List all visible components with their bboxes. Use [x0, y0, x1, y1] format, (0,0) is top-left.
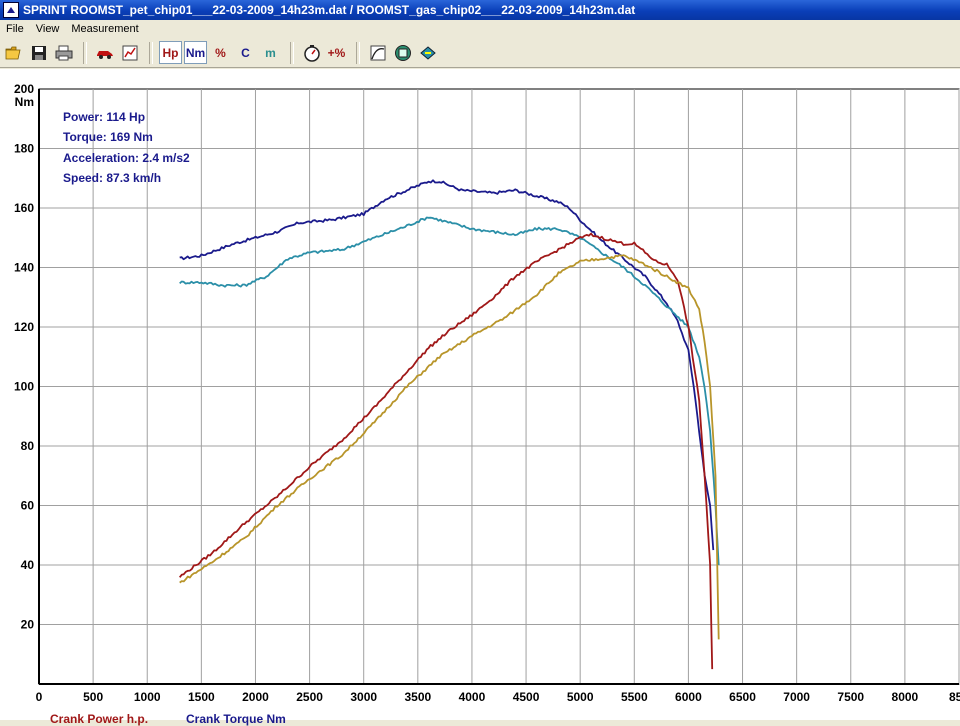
- x-tick-label: 0: [36, 690, 43, 704]
- dyno-icon: [394, 44, 411, 61]
- x-tick-label: 8000: [892, 690, 919, 704]
- toolbar-separator: [83, 41, 87, 64]
- x-tick-label: 500: [83, 690, 103, 704]
- menu-measurement[interactable]: Measurement: [65, 20, 144, 38]
- x-tick-label: 6000: [675, 690, 702, 704]
- gauge-button[interactable]: [300, 41, 323, 64]
- title-bar[interactable]: SPRINT ROOMST_pet_chip01___22-03-2009_14…: [0, 0, 960, 20]
- export-button[interactable]: [416, 41, 439, 64]
- y-unit-label: Nm: [15, 95, 34, 109]
- curve-chart-icon: [370, 45, 385, 60]
- m-button[interactable]: m: [259, 41, 282, 64]
- x-tick-label: 6500: [729, 690, 756, 704]
- x-tick-label: 4500: [513, 690, 540, 704]
- legend-crank-power: Crank Power h.p.: [50, 712, 149, 726]
- folder-icon: [5, 46, 20, 59]
- x-tick-label: 3500: [404, 690, 431, 704]
- percent-button[interactable]: %: [209, 41, 232, 64]
- x-tick-label: 5500: [621, 690, 648, 704]
- y-tick-label: 100: [14, 380, 34, 394]
- y-tick-label: 60: [21, 499, 35, 513]
- x-tick-label: 1500: [188, 690, 215, 704]
- car-icon: [96, 50, 113, 59]
- stopwatch-icon: [303, 44, 320, 62]
- y-tick-label: 20: [21, 618, 35, 632]
- x-tick-label: 1000: [134, 690, 161, 704]
- y-tick-label: 40: [21, 558, 35, 572]
- x-tick-label: 2000: [242, 690, 269, 704]
- diamond-arrow-icon: [419, 45, 436, 60]
- info-torque: Torque: 169 Nm: [63, 130, 153, 144]
- toolbar-separator: [356, 41, 360, 64]
- hp-toggle-button[interactable]: Hp: [159, 41, 182, 64]
- x-tick-label: 2500: [296, 690, 323, 704]
- open-folder-button[interactable]: [2, 41, 25, 64]
- x-tick-label: 5000: [567, 690, 594, 704]
- y-tick-label: 200: [14, 82, 34, 96]
- menu-view[interactable]: View: [30, 20, 66, 38]
- legend-crank-torque: Crank Torque Nm: [186, 712, 286, 726]
- graph-window-icon: [122, 45, 137, 60]
- toolbar: Hp Nm % C m +%: [0, 38, 960, 68]
- nm-toggle-button[interactable]: Nm: [184, 41, 207, 64]
- y-tick-label: 80: [21, 439, 35, 453]
- y-tick-label: 160: [14, 201, 34, 215]
- y-tick-label: 140: [14, 261, 34, 275]
- app-icon: [3, 2, 19, 18]
- dyno-chart: 0 500 1000 1500 2000 2500 3000 3500 4000 4500 5000…: [0, 69, 960, 726]
- menu-file[interactable]: File: [0, 20, 30, 38]
- x-tick-label: 850: [949, 690, 960, 704]
- floppy-disk-icon: [31, 45, 46, 60]
- info-power: Power: 114 Hp: [63, 110, 146, 124]
- window-title: SPRINT ROOMST_pet_chip01___22-03-2009_14…: [23, 3, 636, 17]
- save-button[interactable]: [27, 41, 50, 64]
- plus-percent-button[interactable]: +%: [325, 41, 348, 64]
- x-tick-label: 3000: [350, 690, 377, 704]
- curve-button[interactable]: [366, 41, 389, 64]
- y-tick-label: 180: [14, 142, 34, 156]
- x-tick-label: 7000: [783, 690, 810, 704]
- graph-window-button[interactable]: [118, 41, 141, 64]
- toolbar-separator: [290, 41, 294, 64]
- toolbar-separator: [149, 41, 153, 64]
- car-button[interactable]: [93, 41, 116, 64]
- printer-icon: [55, 45, 72, 60]
- x-tick-label: 7500: [837, 690, 864, 704]
- info-speed: Speed: 87.3 km/h: [63, 171, 162, 185]
- print-button[interactable]: [52, 41, 75, 64]
- menu-bar: File View Measurement: [0, 20, 960, 38]
- x-tick-label: 4000: [459, 690, 486, 704]
- chart-svg: 0 500 1000 1500 2000 2500 3000 3500 4000 4500 5000…: [14, 82, 960, 704]
- c-button[interactable]: C: [234, 41, 257, 64]
- info-acceleration: Acceleration: 2.4 m/s2: [63, 151, 190, 165]
- y-tick-label: 120: [14, 320, 34, 334]
- dyno-button[interactable]: [391, 41, 414, 64]
